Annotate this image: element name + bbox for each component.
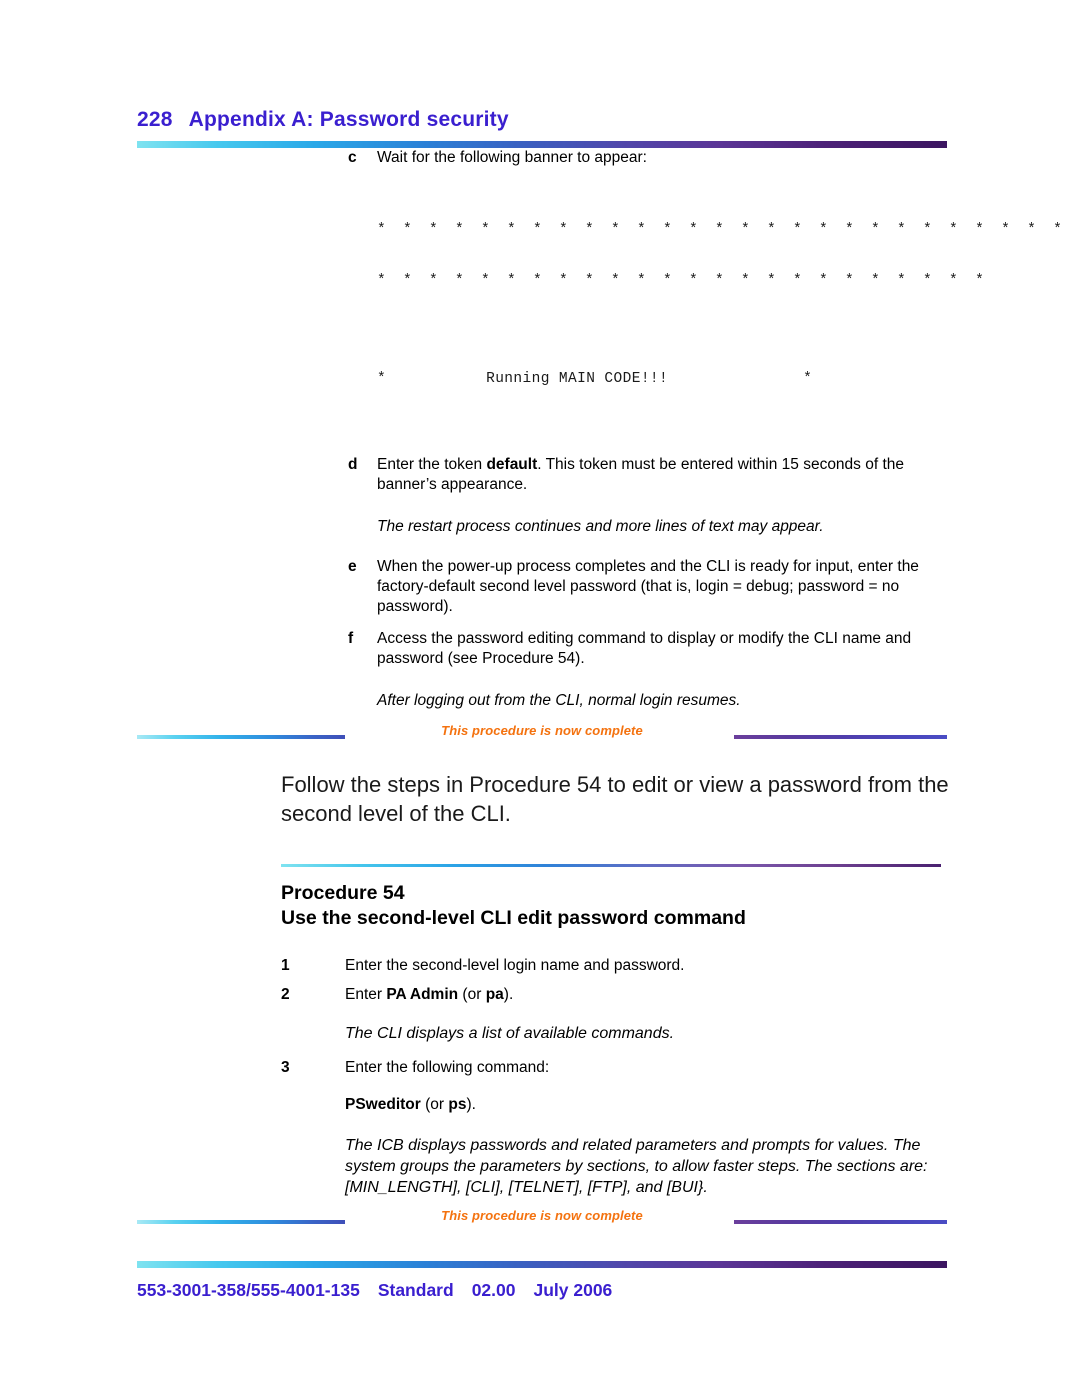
step-1-text: Enter the second-level login name and pa… xyxy=(345,957,685,974)
step-3: 3 Enter the following command: xyxy=(281,1058,941,1078)
step-2-marker: 2 xyxy=(281,986,290,1003)
banner-spacer xyxy=(377,324,948,337)
command-text-mid: (or xyxy=(420,1096,449,1113)
procedure-complete-band-1: This procedure is now complete xyxy=(137,723,947,745)
step-2-text-before: Enter xyxy=(345,986,387,1003)
step-1-marker: 1 xyxy=(281,957,290,974)
command-bold-alias: ps xyxy=(448,1096,467,1113)
command-text-after: ). xyxy=(466,1096,476,1113)
step-3-text: Enter the following command: xyxy=(345,1059,550,1076)
banner-right-star: * xyxy=(803,371,813,387)
note-restart-process: The restart process continues and more l… xyxy=(377,518,824,535)
step-d-bold-token: default xyxy=(486,456,538,473)
step-c: c Wait for the following banner to appea… xyxy=(348,148,948,168)
footer-doc-numbers: 553-3001-358/555-4001-135 xyxy=(137,1280,360,1300)
step-2-text: Enter PA Admin (or pa). xyxy=(345,985,941,1005)
step-2-text-mid: (or xyxy=(458,986,486,1003)
step-d: d Enter the token default. This token mu… xyxy=(348,455,948,495)
footer-version: 02.00 xyxy=(471,1280,516,1300)
footer-text: 553-3001-358/555-4001-135 Standard 02.00 Ju… xyxy=(137,1280,947,1301)
numbered-step-list: 1 Enter the second-level login name and … xyxy=(281,956,941,1198)
document-page: 228 Appendix A: Password security c Wait … xyxy=(0,0,1080,1397)
lead-paragraph: Follow the steps in Procedure 54 to edit… xyxy=(281,772,949,826)
step-f: f Access the password editing command to… xyxy=(348,629,948,669)
footer-standard: Standard xyxy=(377,1280,454,1300)
step-e: e When the power-up process completes an… xyxy=(348,557,948,617)
step-1: 1 Enter the second-level login name and … xyxy=(281,956,941,976)
footer-gradient-rule xyxy=(137,1261,947,1268)
step-e-marker: e xyxy=(348,558,357,575)
page-footer: 553-3001-358/555-4001-135 Standard 02.00 Ju… xyxy=(137,1261,947,1301)
procedure-title: Use the second-level CLI edit password c… xyxy=(281,907,746,929)
command-bold-name: PSweditor xyxy=(345,1096,421,1113)
note-after-logout: After logging out from the CLI, normal l… xyxy=(377,692,741,709)
page-content: c Wait for the following banner to appea… xyxy=(0,148,1080,1230)
banner-asterisk-line-1: * * * * * * * * * * * * * * * * * * * * … xyxy=(377,222,1080,238)
complete-bar-right-2 xyxy=(734,1220,947,1224)
step-2-bold-command: PA Admin xyxy=(386,986,459,1003)
cli-banner-block: * * * * * * * * * * * * * * * * * * * * … xyxy=(377,188,1080,422)
step-f-text: Access the password editing command to d… xyxy=(377,630,912,667)
step-2-bold-alias: pa xyxy=(485,986,504,1003)
alpha-step-list: c Wait for the following banner to appea… xyxy=(348,148,1080,711)
procedure-number: Procedure 54 xyxy=(281,882,405,904)
step-f-marker: f xyxy=(348,630,354,647)
footer-date: July 2006 xyxy=(533,1280,613,1300)
complete-bar-right xyxy=(734,735,947,739)
banner-asterisk-line-2: * * * * * * * * * * * * * * * * * * * * … xyxy=(377,273,989,289)
page-header: 228 Appendix A: Password security xyxy=(137,108,947,148)
page-title: 228 Appendix A: Password security xyxy=(137,108,947,132)
step-c-text: Wait for the following banner to appear: xyxy=(377,149,647,166)
header-gradient-rule xyxy=(137,141,947,148)
procedure-complete-band-2: This procedure is now complete xyxy=(137,1208,947,1230)
banner-running-line: * Running MAIN CODE!!! * xyxy=(377,371,948,388)
page-number: 228 xyxy=(137,108,173,131)
step-2: 2 Enter PA Admin (or pa). xyxy=(281,985,941,1005)
command-line: PSweditor (or ps). xyxy=(281,1095,941,1115)
step-e-text: When the power-up process completes and … xyxy=(377,558,919,615)
step-d-text: Enter the token default. This token must… xyxy=(377,455,947,495)
banner-left-star: * xyxy=(377,371,387,387)
step-c-marker: c xyxy=(348,149,357,166)
step-2-text-after: ). xyxy=(503,986,514,1003)
banner-running-text: Running MAIN CODE!!! xyxy=(486,371,669,387)
note-icb-displays: The ICB displays passwords and related p… xyxy=(345,1137,928,1196)
step-d-text-before: Enter the token xyxy=(377,456,487,473)
header-title-text: Appendix A: Password security xyxy=(188,108,509,131)
step-d-marker: d xyxy=(348,456,358,473)
note-cli-displays: The CLI displays a list of available com… xyxy=(345,1025,675,1042)
procedure-gradient-rule xyxy=(281,864,941,867)
procedure-heading-block: Procedure 54 Use the second-level CLI ed… xyxy=(281,864,941,931)
step-3-marker: 3 xyxy=(281,1059,290,1076)
